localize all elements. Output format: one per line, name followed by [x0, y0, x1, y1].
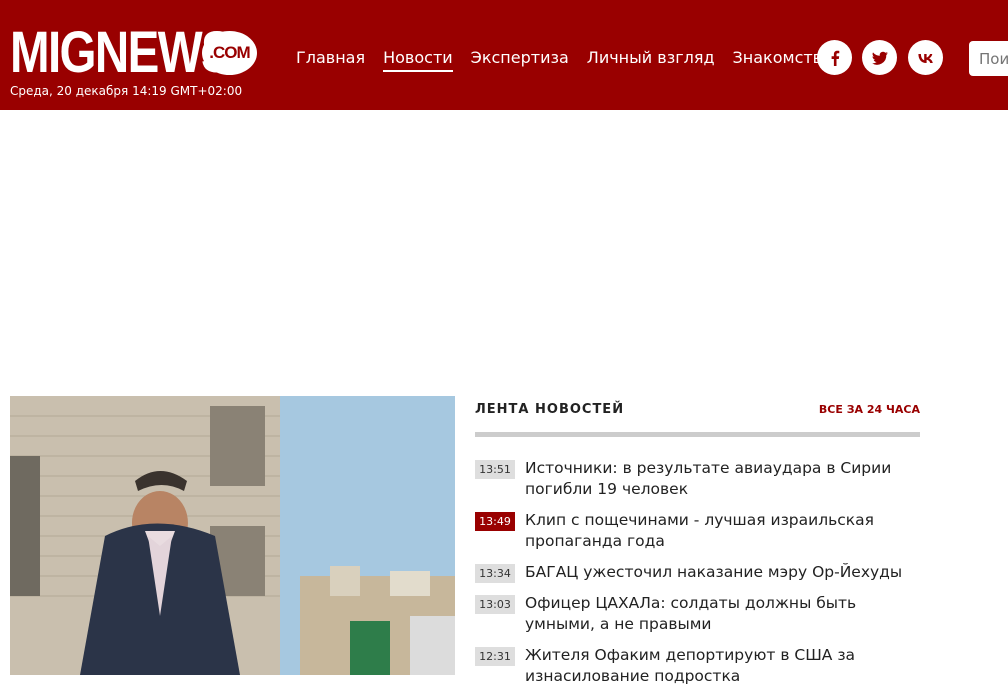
- list-item[interactable]: 13:49 Клип с пощечинами - лучшая израиль…: [475, 510, 920, 552]
- news-time-badge: 13:49: [475, 512, 515, 531]
- news-headline[interactable]: БАГАЦ ужесточил наказание мэру Ор-Йехуды: [525, 562, 902, 583]
- nav-item-expertise[interactable]: Экспертиза: [471, 48, 569, 72]
- news-time-badge: 13:51: [475, 460, 515, 479]
- main-nav: Главная Новости Экспертиза Личный взгляд…: [296, 48, 850, 72]
- hero-photo: [10, 396, 455, 675]
- logo-com-badge: .COM: [202, 31, 257, 75]
- search-input[interactable]: [969, 41, 1008, 76]
- hero-article-image[interactable]: [10, 396, 455, 675]
- site-logo[interactable]: MIGNEWS .COM: [10, 20, 280, 85]
- feed-all-24h-link[interactable]: ВСЕ ЗА 24 ЧАСА: [819, 403, 920, 416]
- list-item[interactable]: 13:03 Офицер ЦАХАЛа: солдаты должны быть…: [475, 593, 920, 635]
- news-headline[interactable]: Офицер ЦАХАЛа: солдаты должны быть умным…: [525, 593, 920, 635]
- twitter-icon[interactable]: [862, 40, 897, 75]
- nav-item-home[interactable]: Главная: [296, 48, 365, 72]
- news-time-badge: 12:31: [475, 647, 515, 666]
- news-time-badge: 13:34: [475, 564, 515, 583]
- logo-text: MIGNEWS: [10, 20, 233, 85]
- news-time-badge: 13:03: [475, 595, 515, 614]
- vk-icon[interactable]: [908, 40, 943, 75]
- feed-title: ЛЕНТА НОВОСТЕЙ: [475, 401, 625, 417]
- nav-item-news[interactable]: Новости: [383, 48, 453, 72]
- feed-header: ЛЕНТА НОВОСТЕЙ ВСЕ ЗА 24 ЧАСА: [475, 396, 920, 437]
- facebook-icon[interactable]: [817, 40, 852, 75]
- nav-item-personal-view[interactable]: Личный взгляд: [587, 48, 715, 72]
- current-date: Среда, 20 декабря 14:19 GMT+02:00: [10, 84, 243, 98]
- list-item[interactable]: 13:51 Источники: в результате авиаудара …: [475, 458, 920, 500]
- feed-list: 13:51 Источники: в результате авиаудара …: [475, 458, 920, 687]
- list-item[interactable]: 13:34 БАГАЦ ужесточил наказание мэру Ор-…: [475, 562, 920, 583]
- site-header: MIGNEWS .COM Среда, 20 декабря 14:19 GMT…: [0, 0, 1008, 110]
- news-headline[interactable]: Источники: в результате авиаудара в Сири…: [525, 458, 920, 500]
- news-feed: ЛЕНТА НОВОСТЕЙ ВСЕ ЗА 24 ЧАСА 13:51 Исто…: [475, 396, 920, 699]
- list-item[interactable]: 12:31 Жителя Офаким депортируют в США за…: [475, 646, 920, 687]
- news-headline[interactable]: Клип с пощечинами - лучшая израильская п…: [525, 510, 920, 552]
